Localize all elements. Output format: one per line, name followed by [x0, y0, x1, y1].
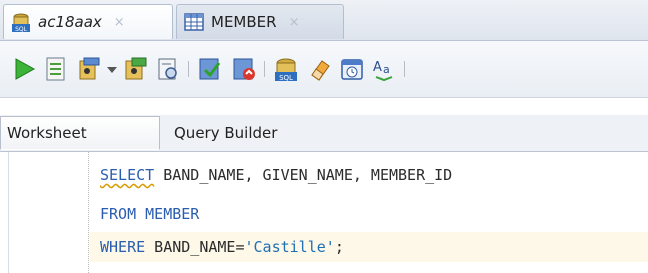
code-text: ;: [334, 238, 344, 256]
toolbar-separator: [264, 61, 265, 77]
keyword-from: FROM: [100, 205, 137, 223]
tab-worksheet[interactable]: Worksheet: [0, 116, 160, 150]
code-text: BAND_NAME=: [145, 238, 245, 256]
svg-text:SQL: SQL: [15, 26, 28, 33]
close-icon[interactable]: ×: [114, 15, 125, 30]
tab-member[interactable]: MEMBER ×: [176, 4, 344, 39]
clear-eraser-icon[interactable]: [306, 55, 334, 83]
toolbar-separator: [404, 61, 405, 77]
sql-tuning-icon[interactable]: [154, 55, 182, 83]
string-literal: 'Castille': [244, 238, 335, 256]
sql-history-icon[interactable]: [338, 55, 366, 83]
toolbar-separator: [188, 61, 189, 77]
svg-text:A: A: [373, 60, 382, 75]
keyword-select: SELECT: [100, 166, 155, 184]
commit-icon[interactable]: [196, 55, 224, 83]
document-tab-strip: SQL ac18aax × MEMBER ×: [0, 0, 648, 41]
tab-ac18aax[interactable]: SQL ac18aax ×: [3, 4, 173, 39]
code-line-1[interactable]: SELECT BAND_NAME, GIVEN_NAME, MEMBER_ID: [90, 160, 648, 190]
table-grid-icon: [183, 11, 205, 33]
svg-text:SQL: SQL: [279, 74, 293, 82]
sql-editor[interactable]: SELECT BAND_NAME, GIVEN_NAME, MEMBER_ID …: [0, 152, 648, 273]
code-line-2[interactable]: FROM MEMBER: [90, 199, 648, 229]
svg-text:a: a: [383, 63, 390, 76]
code-text: BAND_NAME, GIVEN_NAME, MEMBER_ID: [154, 166, 453, 184]
keyword-where: WHERE: [100, 238, 146, 256]
run-script-icon[interactable]: [42, 55, 70, 83]
worksheet-subtabs: Worksheet Query Builder: [0, 115, 648, 152]
run-statement-icon[interactable]: [10, 55, 38, 83]
fold-guide: [88, 152, 89, 273]
tab-label: MEMBER: [211, 13, 277, 31]
close-icon[interactable]: ×: [289, 15, 300, 30]
tab-query-builder[interactable]: Query Builder: [174, 116, 277, 150]
rollback-icon[interactable]: [230, 55, 258, 83]
table-name: MEMBER: [145, 205, 200, 223]
chevron-down-icon[interactable]: [104, 55, 120, 83]
explain-plan-icon[interactable]: [76, 55, 104, 83]
line-gutter: [8, 152, 69, 273]
sql-worksheet-icon: SQL: [10, 11, 32, 33]
code-line-3[interactable]: WHERE BAND_NAME= 'Castille';: [90, 232, 648, 262]
to-upper-lower-icon[interactable]: Aa: [370, 55, 398, 83]
worksheet-toolbar: SQL Aa: [0, 41, 648, 98]
tab-label: ac18aax: [38, 13, 102, 31]
unshared-sql-icon[interactable]: SQL: [272, 55, 300, 83]
autotrace-icon[interactable]: [122, 55, 150, 83]
